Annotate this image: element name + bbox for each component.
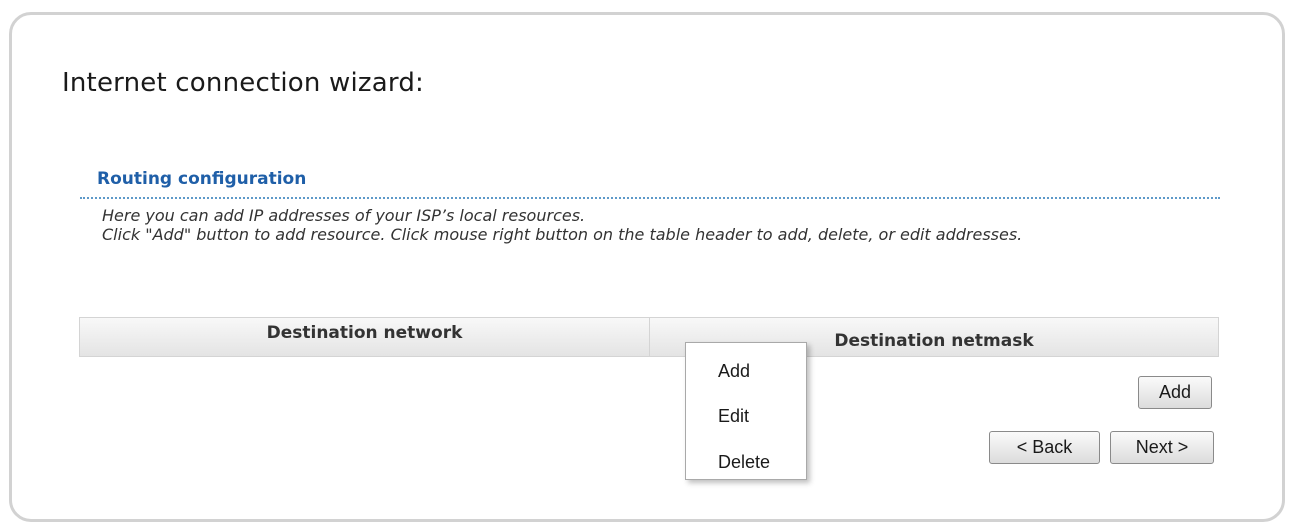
context-menu: Add Edit Delete: [685, 342, 807, 480]
section-divider: [80, 197, 1220, 199]
back-button[interactable]: < Back: [989, 431, 1100, 464]
add-route-button[interactable]: Add: [1138, 376, 1212, 409]
page-title: Internet connection wizard:: [62, 68, 424, 98]
next-button[interactable]: Next >: [1110, 431, 1214, 464]
column-header-destination-network[interactable]: Destination network: [80, 318, 650, 356]
section-title: Routing configuration: [97, 169, 307, 189]
context-menu-delete[interactable]: Delete: [718, 452, 770, 473]
description-line-1: Here you can add IP addresses of your IS…: [102, 206, 586, 225]
description-line-2: Click "Add" button to add resource. Clic…: [102, 225, 1023, 244]
routes-table-header[interactable]: Destination network Destination netmask: [79, 317, 1219, 357]
section-description: Here you can add IP addresses of your IS…: [102, 206, 1202, 244]
context-menu-add[interactable]: Add: [718, 361, 750, 382]
context-menu-edit[interactable]: Edit: [718, 406, 749, 427]
